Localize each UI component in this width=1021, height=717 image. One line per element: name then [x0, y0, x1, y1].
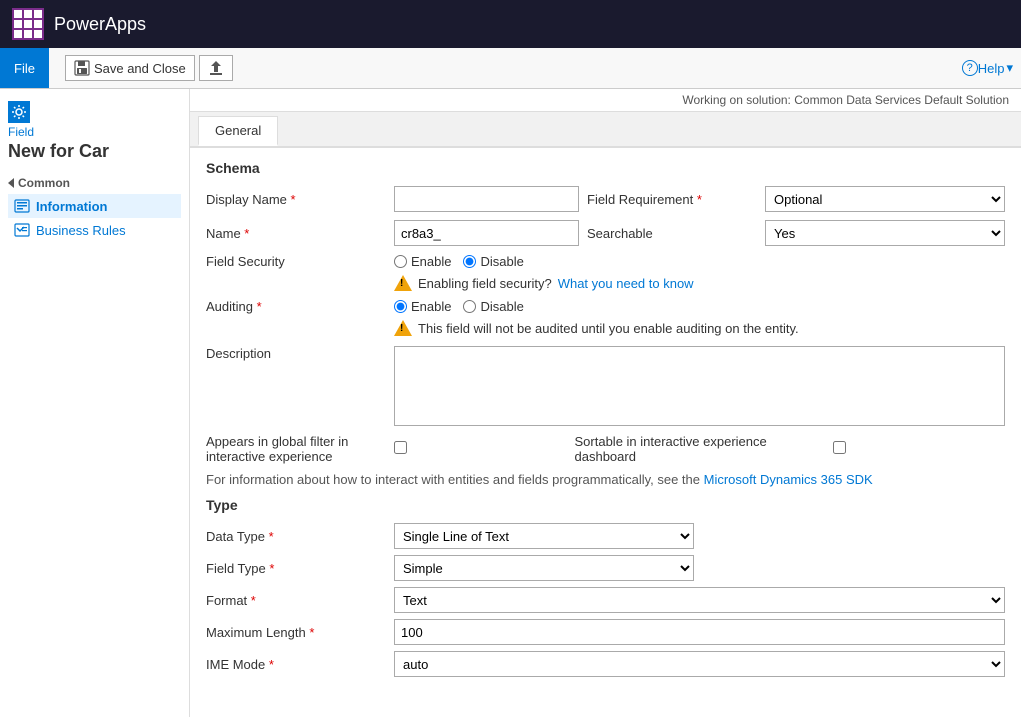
- info-nav-label: Information: [36, 199, 108, 214]
- auditing-enable-radio[interactable]: Enable: [394, 299, 451, 314]
- display-name-input[interactable]: [394, 186, 579, 212]
- type-title: Type: [206, 497, 1005, 513]
- global-filter-label: Appears in global filter in interactive …: [206, 434, 386, 464]
- type-grid: Data Type * Single Line of Text Whole Nu…: [206, 523, 1005, 581]
- sidebar-item-information[interactable]: Information: [8, 194, 181, 218]
- field-security-disable-input[interactable]: [463, 255, 476, 268]
- top-bar: PowerApps: [0, 0, 1021, 48]
- form-content: Schema Display Name * Field Requirement …: [190, 148, 1021, 689]
- section-header-common: Common: [8, 176, 181, 190]
- max-length-input[interactable]: [394, 619, 1005, 645]
- auditing-warning-row: This field will not be audited until you…: [206, 320, 1005, 336]
- auditing-label: Auditing *: [206, 299, 386, 314]
- sidebar: Field New for Car Common Information Bus…: [0, 89, 190, 717]
- auditing-disable-radio[interactable]: Disable: [463, 299, 523, 314]
- section-title: Common: [18, 176, 70, 190]
- name-label: Name *: [206, 226, 386, 241]
- field-security-warning-row: Enabling field security? What you need t…: [206, 275, 1005, 291]
- auditing-warning: This field will not be audited until you…: [394, 320, 1005, 336]
- max-length-label: Maximum Length *: [206, 625, 386, 640]
- tab-bar: General: [190, 112, 1021, 148]
- save-button[interactable]: Save and Close: [65, 55, 195, 81]
- tab-general[interactable]: General: [198, 116, 278, 146]
- entity-icon: [8, 101, 30, 123]
- help-icon: ?: [962, 60, 978, 76]
- collapse-icon: [8, 178, 14, 188]
- share-button[interactable]: [199, 55, 233, 81]
- field-type-label: Field Type *: [206, 561, 386, 576]
- field-requirement-label: Field Requirement *: [587, 192, 757, 207]
- field-security-row: Field Security Enable Disable: [206, 254, 1005, 269]
- auditing-row: Auditing * Enable Disable: [206, 299, 1005, 314]
- display-name-row: Display Name * Field Requirement * Optio…: [206, 186, 1005, 212]
- entity-name: New for Car: [8, 141, 181, 162]
- format-select[interactable]: Text Email URL Phone Ticker Symbol: [394, 587, 1005, 613]
- ime-mode-select[interactable]: auto active inactive disabled: [394, 651, 1005, 677]
- sortable-checkbox[interactable]: [833, 441, 846, 454]
- name-input[interactable]: [394, 220, 579, 246]
- content-area: Working on solution: Common Data Service…: [190, 89, 1021, 717]
- save-close-label: Save and Close: [94, 61, 186, 76]
- waffle-button[interactable]: [12, 8, 44, 40]
- display-name-label: Display Name *: [206, 192, 386, 207]
- description-label: Description: [206, 346, 386, 361]
- searchable-select[interactable]: Yes No: [765, 220, 1005, 246]
- format-label: Format *: [206, 593, 386, 608]
- description-area: Description: [206, 346, 1005, 426]
- description-input[interactable]: [394, 346, 1005, 426]
- settings-icon: [12, 105, 26, 119]
- entity-type-label: Field: [8, 125, 181, 139]
- searchable-label: Searchable: [587, 226, 757, 241]
- field-security-enable-input[interactable]: [394, 255, 407, 268]
- ime-mode-label: IME Mode *: [206, 657, 386, 672]
- auditing-disable-input[interactable]: [463, 300, 476, 313]
- max-length-row: Maximum Length *: [206, 619, 1005, 645]
- field-type-select[interactable]: Simple Calculated Rollup: [394, 555, 694, 581]
- field-requirement-select[interactable]: Optional Business Recommended Business R…: [765, 186, 1005, 212]
- format-row: Format * Text Email URL Phone Ticker Sym…: [206, 587, 1005, 613]
- sdk-link[interactable]: Microsoft Dynamics 365 SDK: [704, 472, 873, 487]
- field-security-enable-radio[interactable]: Enable: [394, 254, 451, 269]
- rules-nav-label: Business Rules: [36, 223, 126, 238]
- schema-title: Schema: [206, 160, 1005, 176]
- field-security-link[interactable]: What you need to know: [558, 276, 694, 291]
- auditing-radio-group: Enable Disable: [394, 299, 1005, 314]
- global-filter-checkbox[interactable]: [394, 441, 407, 454]
- data-type-select[interactable]: Single Line of Text Whole Number Decimal…: [394, 523, 694, 549]
- waffle-grid: [14, 10, 42, 38]
- info-nav-icon: [14, 198, 30, 214]
- app-title: PowerApps: [54, 14, 146, 35]
- help-link[interactable]: Help ▾: [978, 60, 1013, 76]
- warning-triangle-icon: [394, 275, 412, 291]
- field-security-warning: Enabling field security? What you need t…: [394, 275, 1005, 291]
- field-security-radio-group: Enable Disable: [394, 254, 1005, 269]
- field-security-label: Field Security: [206, 254, 386, 269]
- sortable-label: Sortable in interactive experience dashb…: [575, 434, 825, 464]
- rules-nav-icon: [14, 222, 30, 238]
- ime-mode-row: IME Mode * auto active inactive disabled: [206, 651, 1005, 677]
- sidebar-item-business-rules[interactable]: Business Rules: [8, 218, 181, 242]
- file-button[interactable]: File: [0, 48, 49, 88]
- working-on-text: Working on solution: Common Data Service…: [190, 89, 1021, 112]
- name-row: Name * Searchable Yes No: [206, 220, 1005, 246]
- data-type-label: Data Type *: [206, 529, 386, 544]
- field-security-disable-radio[interactable]: Disable: [463, 254, 523, 269]
- share-icon: [208, 60, 224, 76]
- auditing-enable-input[interactable]: [394, 300, 407, 313]
- checkbox-row: Appears in global filter in interactive …: [206, 434, 1005, 464]
- auditing-warning-icon: [394, 320, 412, 336]
- save-icon: [74, 60, 90, 76]
- main-container: Field New for Car Common Information Bus…: [0, 89, 1021, 717]
- sdk-info-row: For information about how to interact wi…: [206, 472, 1005, 487]
